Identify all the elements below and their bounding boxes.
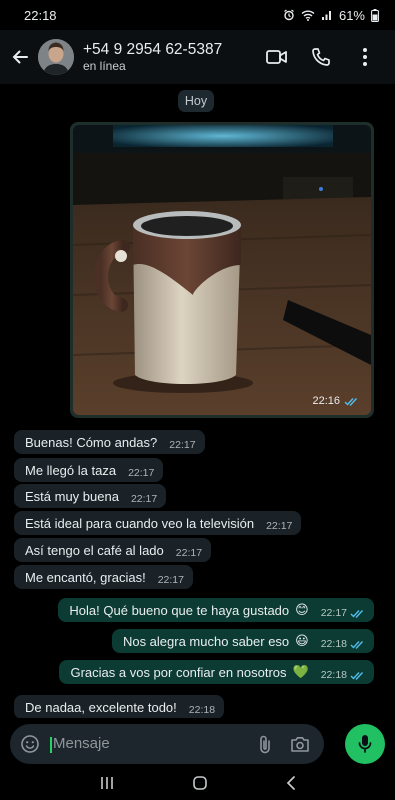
outgoing-message[interactable]: Gracias a vos por confiar en nosotros 💚 22…: [59, 660, 374, 684]
message-meta: 22:17: [321, 607, 365, 619]
message-text: Hola! Qué bueno que te haya gustado: [69, 602, 290, 618]
message-input[interactable]: Mensaje: [50, 735, 258, 753]
message-text: Me encantó, gracias!: [25, 569, 146, 585]
voice-call-button[interactable]: [299, 35, 343, 79]
chevron-left-icon: [286, 775, 295, 790]
message-meta: 22:18: [321, 669, 365, 681]
message-meta: 22:17: [169, 439, 195, 451]
system-nav-bar: [0, 770, 395, 800]
recent-apps-button[interactable]: [100, 776, 114, 795]
status-bar: 22:18 61%: [0, 0, 395, 30]
message-time: 22:17: [266, 520, 293, 532]
battery-icon: [371, 8, 379, 22]
mug-photo-illustration: [73, 125, 371, 415]
read-ticks-icon: [350, 609, 364, 618]
back-button[interactable]: [6, 37, 34, 77]
incoming-message[interactable]: Me llegó la taza 22:17: [14, 458, 164, 482]
incoming-message[interactable]: Así tengo el café al lado 22:17: [14, 538, 212, 562]
wifi-icon: [301, 10, 315, 21]
message-meta: 22:18: [321, 638, 365, 650]
signal-icon: [321, 11, 331, 20]
message-time: 22:18: [320, 638, 347, 650]
emoji-icon[interactable]: [20, 734, 40, 754]
message-time: 22:17: [130, 493, 158, 505]
read-ticks-icon: [350, 640, 364, 649]
phone-icon: [312, 48, 330, 66]
message-time: 22:18: [320, 669, 347, 681]
contact-status: en línea: [83, 59, 126, 73]
image-message-time: 22:16: [312, 395, 340, 407]
message-time: 22:17: [157, 574, 184, 586]
date-chip: Hoy: [178, 90, 214, 112]
message-text: De nadaa, excelente todo!: [25, 699, 177, 715]
message-placeholder: Mensaje: [53, 735, 110, 753]
incoming-message[interactable]: Me encantó, gracias! 22:17: [14, 565, 193, 589]
alarm-icon: [284, 9, 294, 21]
incoming-message[interactable]: Buenas! Cómo andas? 22:17: [14, 430, 205, 454]
arrow-left-icon: [12, 50, 28, 64]
more-options-button[interactable]: [343, 35, 387, 79]
incoming-message[interactable]: Está muy buena 22:17: [14, 484, 167, 508]
nav-back-button[interactable]: [286, 775, 296, 795]
message-meta: 22:17: [266, 520, 292, 532]
image-message-meta: 22:16: [312, 395, 359, 407]
outgoing-message[interactable]: Nos alegra mucho saber eso 😃 22:18: [111, 629, 374, 653]
attach-icon[interactable]: [258, 734, 272, 754]
voice-message-button[interactable]: [345, 724, 385, 764]
message-text: Gracias a vos por confiar en nosotros: [70, 664, 287, 680]
camera-icon[interactable]: [290, 736, 310, 753]
composer: Mensaje: [0, 718, 395, 770]
recents-icon: [100, 776, 113, 789]
message-emoji: 😊: [295, 602, 309, 617]
chat-area[interactable]: Hoy 22:16 Buenas! Cómo andas? 22:17 Me l…: [0, 84, 395, 719]
message-input-container[interactable]: Mensaje: [10, 724, 324, 764]
message-meta: 22:17: [176, 547, 202, 559]
message-text: Me llegó la taza: [25, 462, 117, 478]
message-text: Así tengo el café al lado: [25, 542, 164, 558]
message-meta: 22:17: [158, 574, 184, 586]
microphone-icon: [358, 735, 372, 753]
contact-name: +54 9 2954 62-5387: [83, 41, 223, 58]
incoming-message[interactable]: Está ideal para cuando veo la televisión…: [14, 511, 302, 535]
message-text: Está muy buena: [25, 488, 119, 504]
message-meta: 22:17: [131, 493, 157, 505]
message-time: 22:17: [175, 547, 203, 559]
read-ticks-icon: [350, 671, 364, 680]
message-text: Buenas! Cómo andas?: [25, 434, 158, 450]
message-meta: 22:17: [128, 467, 154, 479]
message-emoji: 😃: [295, 633, 309, 648]
image-message[interactable]: 22:16: [70, 122, 374, 418]
message-text: Está ideal para cuando veo la televisión: [25, 515, 255, 531]
status-time: 22:18: [24, 7, 57, 23]
chat-header: +54 9 2954 62-5387 en línea: [0, 30, 395, 84]
mug-photo[interactable]: 22:16: [73, 125, 371, 415]
video-camera-icon: [266, 50, 287, 64]
battery-text: 61%: [338, 7, 365, 23]
message-text: Nos alegra mucho saber eso: [122, 633, 290, 649]
message-time: 22:17: [320, 607, 347, 619]
message-meta: 22:18: [189, 704, 215, 716]
message-time: 22:17: [128, 467, 155, 479]
home-icon: [192, 775, 207, 790]
avatar-photo: [38, 39, 74, 75]
message-time: 22:18: [188, 704, 216, 716]
status-icons: 61%: [283, 8, 379, 23]
avatar[interactable]: [38, 39, 74, 75]
more-vertical-icon: [363, 48, 367, 66]
read-ticks-icon: [344, 397, 358, 406]
incoming-message[interactable]: De nadaa, excelente todo! 22:18: [14, 695, 225, 719]
outgoing-message[interactable]: Hola! Qué bueno que te haya gustado 😊 22:1…: [58, 598, 374, 622]
message-time: 22:17: [169, 439, 196, 451]
text-caret: [50, 736, 52, 753]
home-button[interactable]: [192, 775, 207, 795]
contact-info[interactable]: +54 9 2954 62-5387 en línea: [83, 40, 255, 74]
video-call-button[interactable]: [255, 35, 299, 79]
message-emoji: 💚: [292, 664, 309, 679]
